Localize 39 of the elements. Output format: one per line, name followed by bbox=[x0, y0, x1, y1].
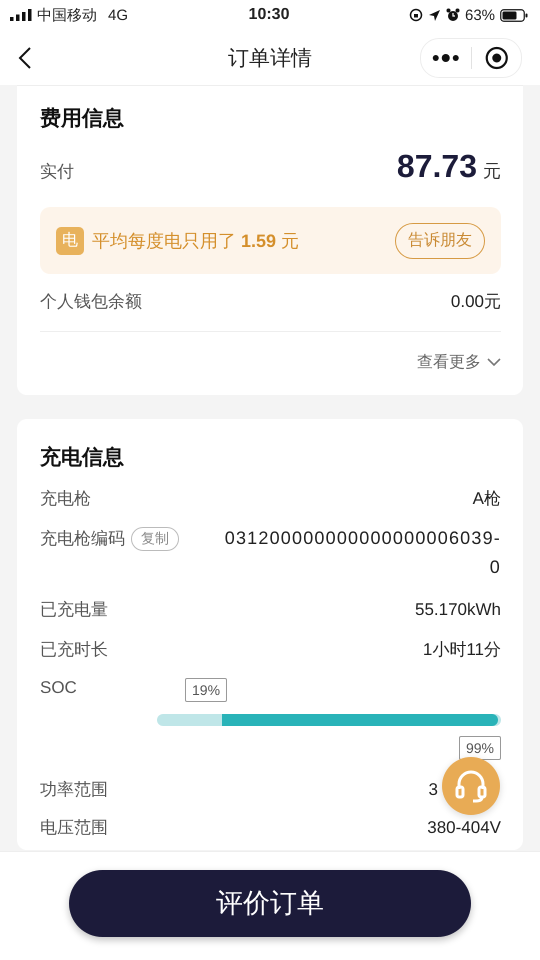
battery-percentage: 63% bbox=[464, 6, 496, 24]
section-title: 充电信息 bbox=[40, 444, 125, 471]
location-arrow-icon bbox=[428, 8, 441, 22]
field-value: 55.170kWh bbox=[415, 599, 501, 621]
electricity-badge: 电 bbox=[56, 226, 84, 254]
field-value: 031200000000000000006039-0 bbox=[224, 527, 501, 579]
paid-amount: 87.73 bbox=[396, 148, 477, 184]
review-order-button[interactable]: 评价订单 bbox=[69, 870, 471, 936]
currency-unit: 元 bbox=[483, 161, 501, 181]
field-value: 380-404V bbox=[427, 817, 501, 839]
field-label: 实付 bbox=[40, 161, 74, 183]
field-label: 个人钱包余额 bbox=[40, 291, 142, 313]
signal-icon bbox=[10, 9, 32, 21]
network-type: 4G bbox=[108, 6, 128, 24]
field-value: A枪 bbox=[472, 488, 501, 510]
alarm-clock-icon bbox=[446, 8, 460, 22]
field-label: 电压范围 bbox=[40, 817, 108, 839]
rotation-lock-icon bbox=[408, 8, 423, 22]
clock-time: 10:30 bbox=[248, 6, 290, 24]
back-icon[interactable] bbox=[18, 46, 32, 70]
battery-icon bbox=[500, 8, 528, 22]
page-title: 订单详情 bbox=[228, 46, 312, 72]
field-label: 已充时长 bbox=[40, 639, 108, 661]
section-title: 费用信息 bbox=[40, 106, 125, 132]
field-label: 已充电量 bbox=[40, 599, 108, 621]
field-label: SOC bbox=[40, 678, 77, 698]
field-value: 3 bbox=[428, 779, 438, 801]
field-label: 充电枪编码 bbox=[40, 528, 125, 550]
view-more-link[interactable]: 查看更多 bbox=[417, 352, 481, 373]
chevron-down-icon[interactable] bbox=[487, 358, 501, 367]
promo-text: 平均每度电只用了 1.59 元 bbox=[92, 230, 300, 252]
soc-end-tag: 99% bbox=[458, 736, 501, 760]
copy-button[interactable]: 复制 bbox=[131, 527, 179, 551]
field-value: 0.00元 bbox=[450, 291, 501, 313]
carrier-name: 中国移动 bbox=[37, 6, 97, 24]
field-label: 充电枪 bbox=[40, 488, 91, 510]
soc-start-tag: 19% bbox=[185, 678, 228, 702]
field-label: 功率范围 bbox=[40, 779, 108, 801]
field-value: 1小时11分 bbox=[422, 639, 501, 661]
